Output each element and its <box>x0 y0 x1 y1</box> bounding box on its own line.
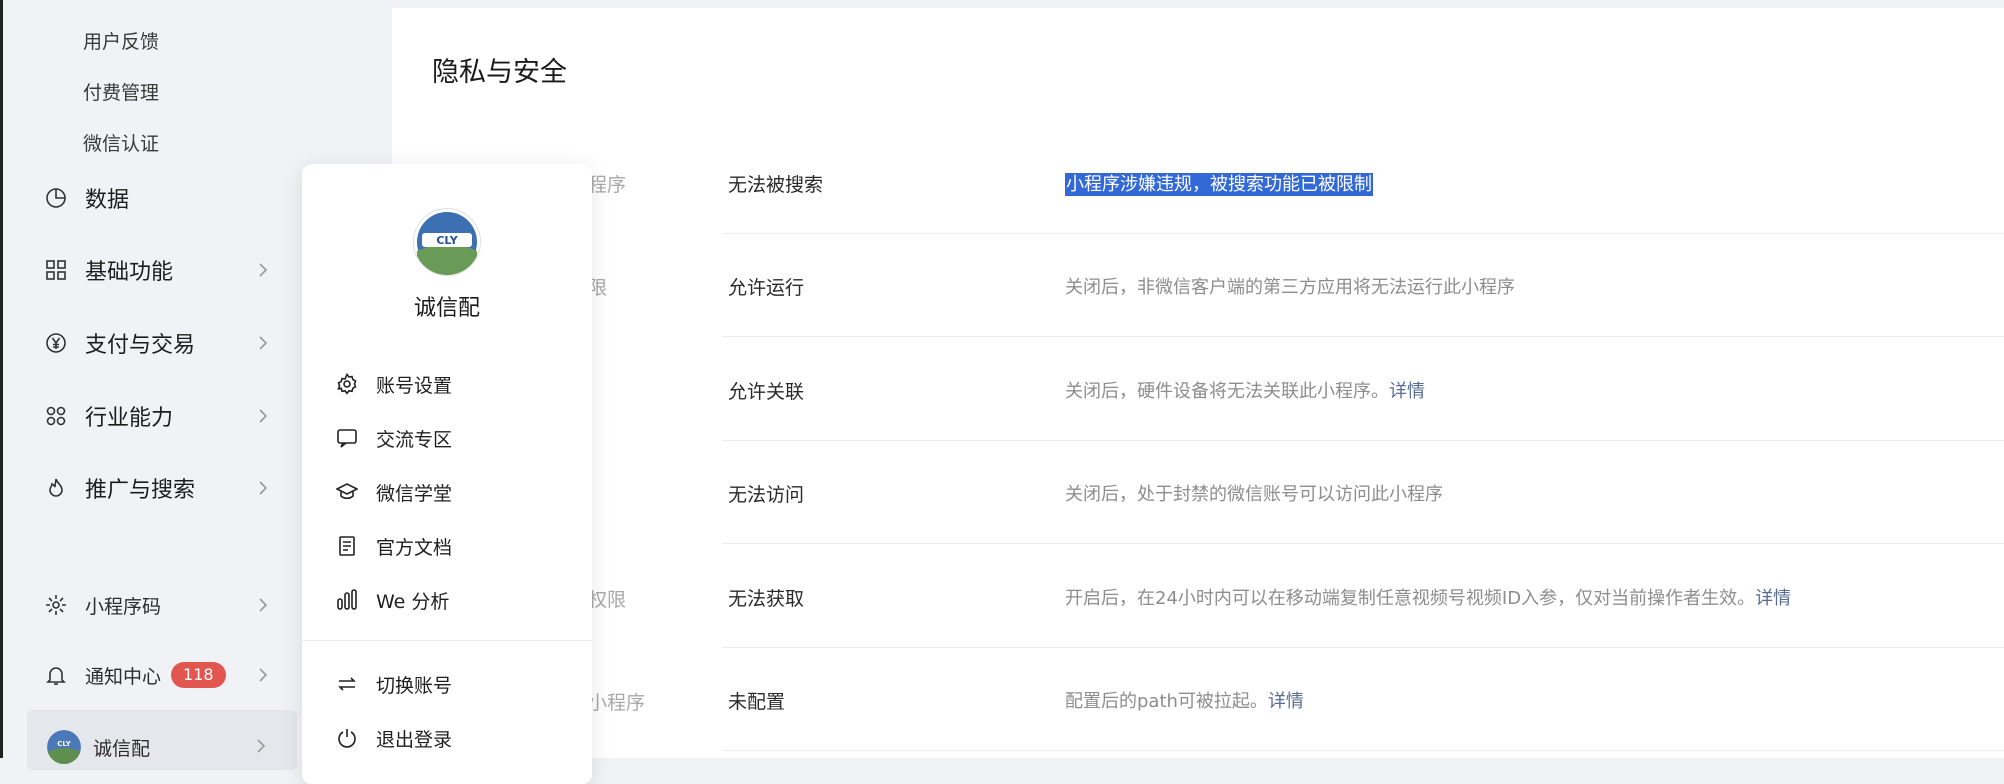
row-description: 关闭后，非微信客户端的第三方应用将无法运行此小程序 <box>1065 277 1515 298</box>
svg-text:CLY: CLY <box>436 234 458 247</box>
menu-item-label: 账号设置 <box>376 374 453 397</box>
menu-item-account-settings[interactable]: 账号设置 <box>334 364 574 404</box>
miniprogram-code-icon <box>43 592 69 618</box>
document-icon <box>334 533 360 559</box>
chevron-right-icon <box>251 663 275 687</box>
menu-item-label: 退出登录 <box>376 728 453 751</box>
graduation-cap-icon <box>334 479 360 505</box>
row-description: 配置后的path可被拉起。详情 <box>1065 691 1304 712</box>
sidebar-item-wechat-verify[interactable]: 微信认证 <box>83 129 159 156</box>
sidebar-item-promotion[interactable]: 推广与搜索 <box>43 468 283 508</box>
row-description: 关闭后，处于封禁的微信账号可以访问此小程序 <box>1065 484 1443 505</box>
menu-item-official-docs[interactable]: 官方文档 <box>334 526 574 566</box>
details-link[interactable]: 详情 <box>1389 381 1425 402</box>
selected-text: 小程序涉嫌违规，被搜索功能已被限制 <box>1065 173 1373 196</box>
sidebar-item-notifications[interactable]: 通知中心 118 <box>43 655 283 695</box>
sidebar-item-payment[interactable]: 支付与交易 <box>43 323 283 363</box>
avatar: CLY <box>413 208 481 276</box>
sidebar-item-billing[interactable]: 付费管理 <box>83 78 159 105</box>
account-name: 诚信配 <box>413 296 480 321</box>
pie-chart-icon <box>43 185 69 211</box>
menu-item-label: We 分析 <box>376 590 450 613</box>
settings-row-search: 无法被搜索 小程序涉嫌违规，被搜索功能已被限制 <box>722 130 2004 234</box>
sidebar-item-label: 小程序码 <box>85 595 162 618</box>
settings-row-device: 允许关联 关闭后，硬件设备将无法关联此小程序。详情 <box>722 337 2004 441</box>
power-icon <box>334 725 360 751</box>
chat-icon <box>334 425 360 451</box>
page-title: 隐私与安全 <box>432 57 567 88</box>
row-label: 小程序 <box>588 692 646 714</box>
menu-item-label: 微信学堂 <box>376 482 453 505</box>
menu-item-switch-account[interactable]: 切换账号 <box>334 664 574 704</box>
status-text: 允许关联 <box>728 381 805 403</box>
status-text: 无法获取 <box>728 588 805 610</box>
chevron-right-icon <box>251 593 275 617</box>
sidebar-item-label: 数据 <box>85 188 130 213</box>
avatar: CLY <box>47 730 81 764</box>
main-panel: 隐私与安全 程序 限 权限 小程序 无法被搜索 小程序涉嫌违规，被搜索功能已被限… <box>392 8 2004 758</box>
sidebar-item-data[interactable]: 数据 <box>43 178 283 218</box>
sidebar-item-label: 支付与交易 <box>85 333 196 358</box>
row-label: 权限 <box>588 589 627 611</box>
yen-icon <box>43 330 69 356</box>
menu-item-wechat-academy[interactable]: 微信学堂 <box>334 472 574 512</box>
sidebar-item-miniprogram-code[interactable]: 小程序码 <box>43 585 283 625</box>
gear-icon <box>334 371 360 397</box>
settings-row-video-id: 无法获取 开启后，在24小时内可以在移动端复制任意视频号视频ID入参，仅对当前操… <box>722 544 2004 648</box>
grid-icon <box>43 257 69 283</box>
chevron-right-icon <box>249 734 273 758</box>
status-text: 允许运行 <box>728 277 805 299</box>
details-link[interactable]: 详情 <box>1268 691 1304 712</box>
status-text: 无法访问 <box>728 484 805 506</box>
chevron-right-icon <box>251 258 275 282</box>
settings-row-third-party: 允许运行 关闭后，非微信客户端的第三方应用将无法运行此小程序 <box>722 233 2004 337</box>
sidebar-item-label: 行业能力 <box>85 406 174 431</box>
account-popup-menu: CLY 诚信配 账号设置 交流专区 微信学堂 官方文档 We 分析 切换账号 退… <box>302 164 592 784</box>
sidebar-item-industry[interactable]: 行业能力 <box>43 396 283 436</box>
svg-text:CLY: CLY <box>57 740 72 748</box>
sidebar-item-label: 推广与搜索 <box>85 478 196 503</box>
menu-item-label: 切换账号 <box>376 674 453 697</box>
chevron-right-icon <box>251 404 275 428</box>
account-name: 诚信配 <box>93 738 151 760</box>
details-link[interactable]: 详情 <box>1755 588 1791 609</box>
menu-item-label: 官方文档 <box>376 536 453 559</box>
menu-item-label: 交流专区 <box>376 428 453 451</box>
bar-chart-icon <box>334 587 360 613</box>
row-description: 小程序涉嫌违规，被搜索功能已被限制 <box>1065 170 1373 196</box>
settings-row-path: 未配置 配置后的path可被拉起。详情 <box>722 647 2004 751</box>
notification-count-badge: 118 <box>171 662 226 688</box>
row-label: 程序 <box>588 174 627 196</box>
status-text: 无法被搜索 <box>728 174 824 196</box>
status-text: 未配置 <box>728 691 786 713</box>
chevron-right-icon <box>251 476 275 500</box>
flame-icon <box>43 475 69 501</box>
chevron-right-icon <box>251 331 275 355</box>
row-description: 开启后，在24小时内可以在移动端复制任意视频号视频ID入参，仅对当前操作者生效。… <box>1065 588 1792 609</box>
sidebar-item-label: 基础功能 <box>85 260 174 285</box>
sidebar-item-basic-functions[interactable]: 基础功能 <box>43 250 283 290</box>
bell-icon <box>43 662 69 688</box>
switch-icon <box>334 671 360 697</box>
menu-item-we-analytics[interactable]: We 分析 <box>334 580 574 620</box>
sidebar-account-row[interactable]: CLY 诚信配 <box>27 710 297 770</box>
menu-item-logout[interactable]: 退出登录 <box>334 718 574 758</box>
sidebar-item-user-feedback[interactable]: 用户反馈 <box>83 27 159 54</box>
settings-row-banned: 无法访问 关闭后，处于封禁的微信账号可以访问此小程序 <box>722 440 2004 544</box>
nodes-icon <box>43 403 69 429</box>
sidebar-item-label: 通知中心 <box>85 665 162 688</box>
row-description: 关闭后，硬件设备将无法关联此小程序。详情 <box>1065 381 1425 402</box>
menu-item-community[interactable]: 交流专区 <box>334 418 574 458</box>
divider <box>302 640 592 641</box>
